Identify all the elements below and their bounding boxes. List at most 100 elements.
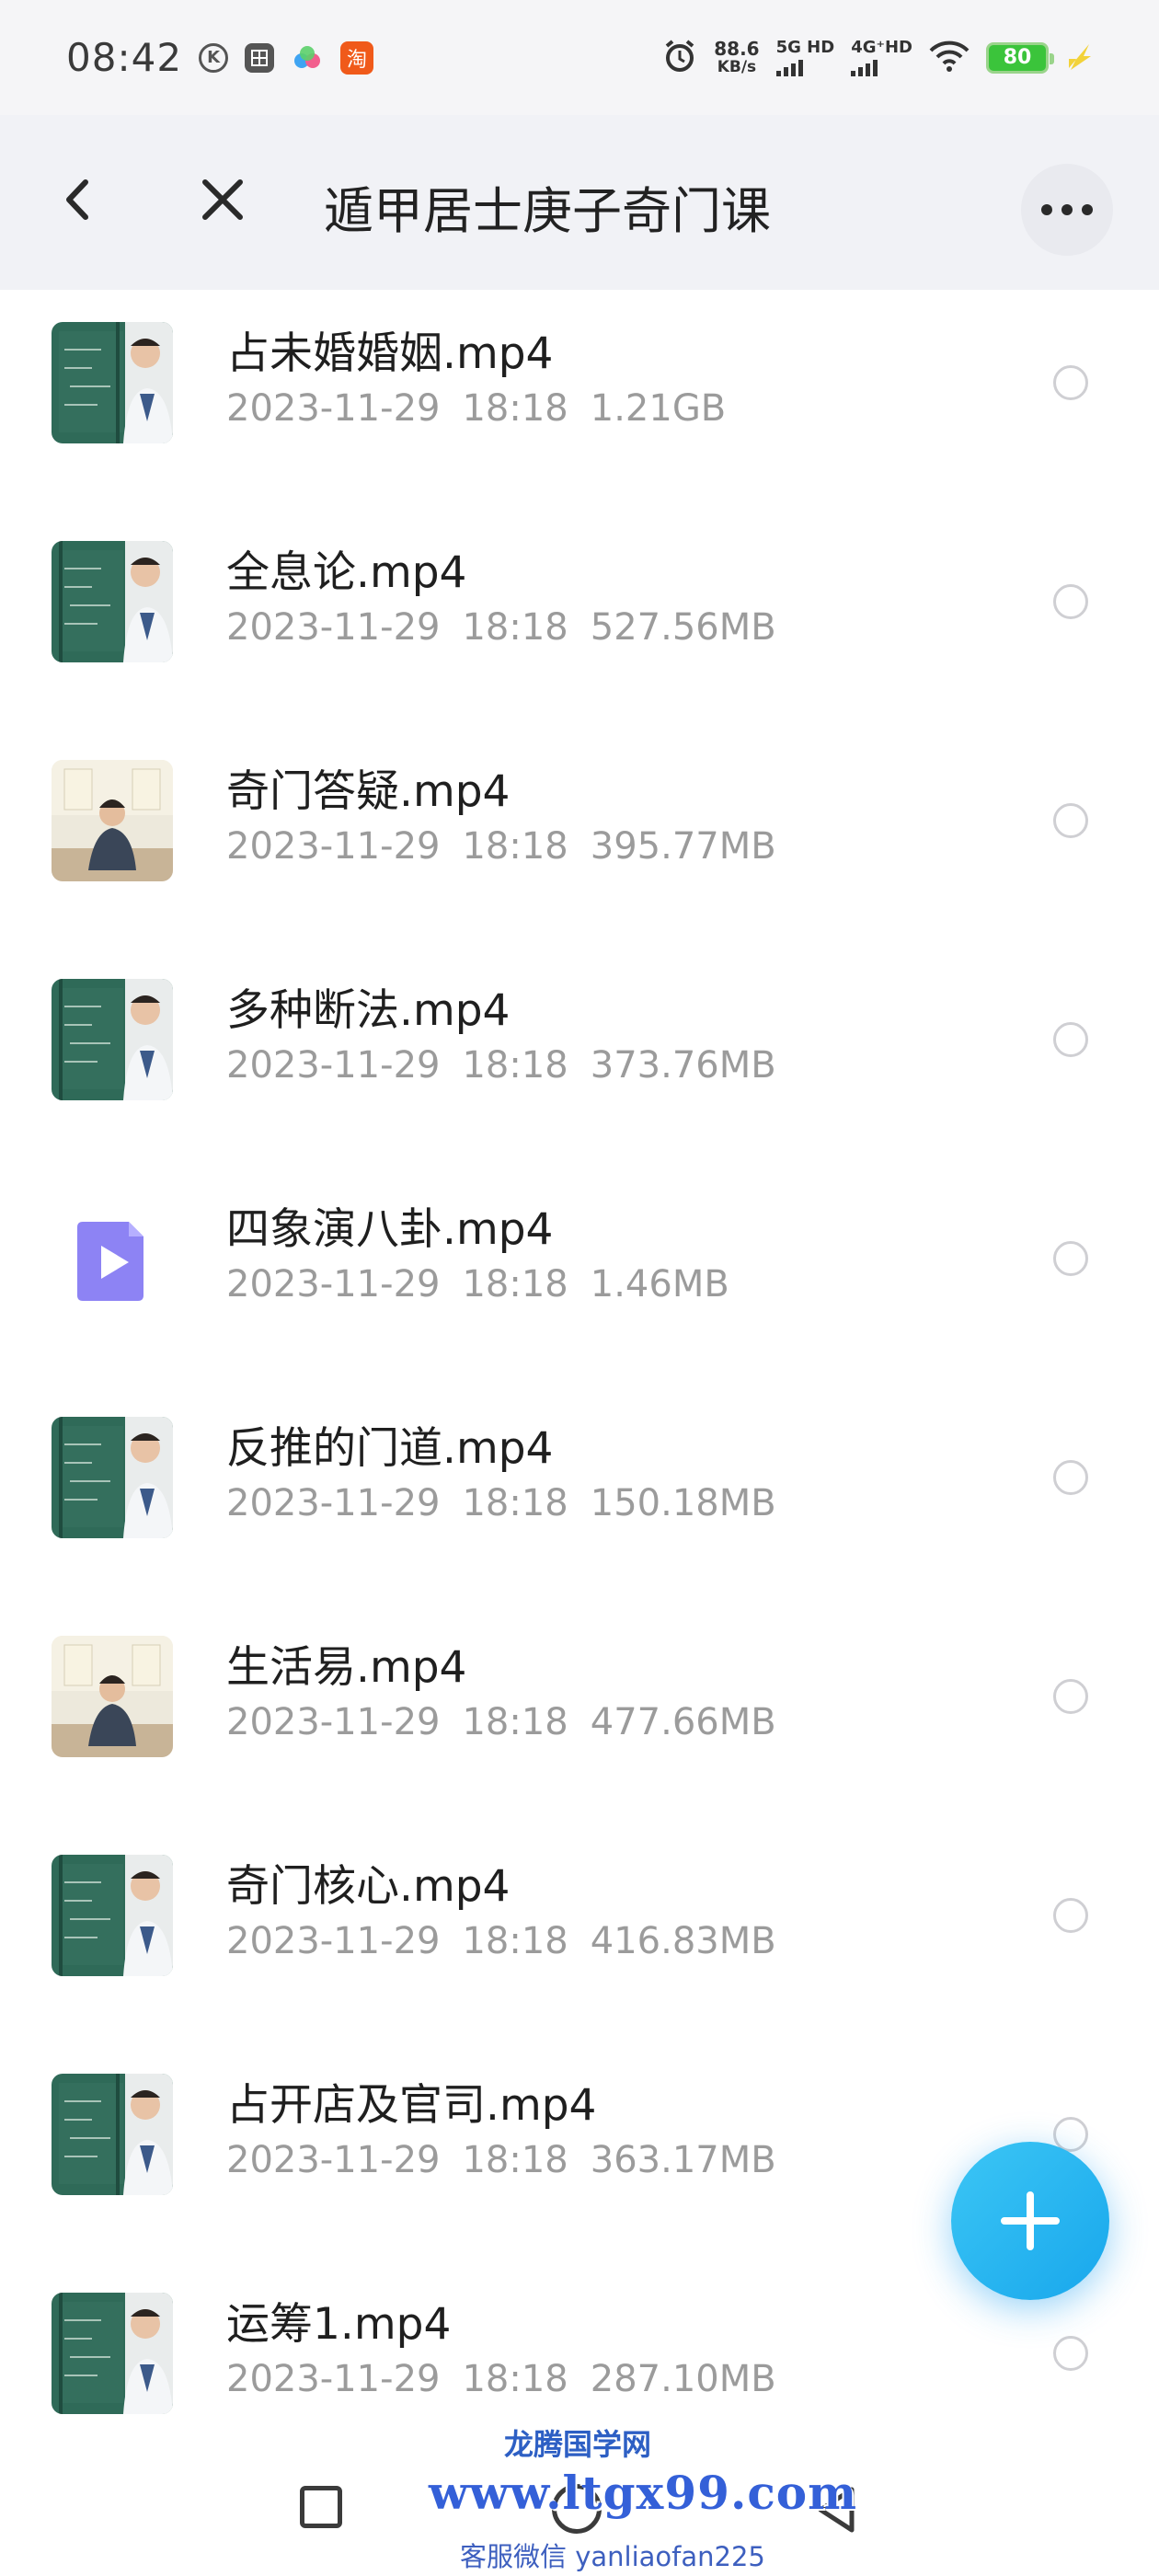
select-radio[interactable] bbox=[1053, 584, 1088, 619]
file-time: 18:18 bbox=[462, 1482, 568, 1524]
watermark-url: www.ltgx99.com bbox=[429, 2466, 858, 2520]
select-radio[interactable] bbox=[1053, 1898, 1088, 1933]
file-date: 2023-11-29 bbox=[226, 825, 441, 868]
file-meta: 2023-11-29 18:18 1.21GB bbox=[226, 387, 726, 430]
video-thumbnail bbox=[52, 322, 173, 443]
video-thumbnail bbox=[52, 1855, 173, 1976]
file-meta: 2023-11-29 18:18 1.46MB bbox=[226, 1263, 729, 1305]
select-radio[interactable] bbox=[1053, 1022, 1088, 1057]
page-title: 遁甲居士庚子奇门课 bbox=[324, 182, 771, 240]
sim2-signal: 4G⁺HD bbox=[851, 37, 912, 76]
video-thumbnail bbox=[52, 1417, 173, 1538]
file-time: 18:18 bbox=[462, 825, 568, 868]
file-list: 占未婚婚姻.mp4 2023-11-29 18:18 1.21GB 全息论.mp4 202… bbox=[0, 290, 1159, 2479]
file-time: 18:18 bbox=[462, 606, 568, 649]
select-radio[interactable] bbox=[1053, 803, 1088, 838]
cloud-icon bbox=[291, 42, 324, 74]
file-date: 2023-11-29 bbox=[226, 606, 441, 649]
file-meta: 2023-11-29 18:18 477.66MB bbox=[226, 1701, 776, 1743]
battery-level: 80 bbox=[1003, 46, 1032, 69]
video-file-icon bbox=[52, 1198, 173, 1319]
net-speed-unit: KB/s bbox=[717, 57, 757, 76]
video-thumbnail bbox=[52, 760, 173, 881]
plus-icon bbox=[1001, 2191, 1060, 2250]
select-radio[interactable] bbox=[1053, 1241, 1088, 1276]
close-button[interactable] bbox=[195, 172, 250, 227]
file-meta: 2023-11-29 18:18 287.10MB bbox=[226, 2358, 776, 2400]
chevron-left-icon bbox=[66, 179, 88, 220]
file-size: 1.21GB bbox=[590, 387, 727, 430]
file-meta: 2023-11-29 18:18 395.77MB bbox=[226, 825, 776, 868]
video-thumbnail bbox=[52, 1636, 173, 1757]
cube-icon bbox=[245, 42, 275, 73]
file-date: 2023-11-29 bbox=[226, 1044, 441, 1087]
file-row[interactable]: 多种断法.mp4 2023-11-29 18:18 373.76MB bbox=[0, 947, 1159, 1166]
app-header: 遁甲居士庚子奇门课 bbox=[0, 115, 1159, 290]
file-meta: 2023-11-29 18:18 363.17MB bbox=[226, 2139, 776, 2181]
file-row[interactable]: 占未婚婚姻.mp4 2023-11-29 18:18 1.21GB bbox=[0, 290, 1159, 509]
file-size: 287.10MB bbox=[590, 2358, 776, 2400]
file-row[interactable]: 奇门答疑.mp4 2023-11-29 18:18 395.77MB bbox=[0, 728, 1159, 947]
net-speed-value: 88.6 bbox=[714, 37, 760, 60]
file-time: 18:18 bbox=[462, 2358, 568, 2400]
select-radio[interactable] bbox=[1053, 1460, 1088, 1495]
sim1-signal: 5G HD bbox=[775, 37, 835, 76]
watermark-contact: 客服微信 yanliaofan225 bbox=[460, 2541, 765, 2572]
add-button[interactable] bbox=[951, 2142, 1109, 2300]
file-meta: 2023-11-29 18:18 527.56MB bbox=[226, 606, 776, 649]
status-time: 08:42 bbox=[66, 35, 183, 80]
file-size: 477.66MB bbox=[590, 1701, 776, 1743]
file-time: 18:18 bbox=[462, 1701, 568, 1743]
file-browser-screen: 08:42 K 淘 88.6 KB/s 5G HD 4G⁺HD 80 遁甲居士庚… bbox=[0, 0, 1159, 2576]
sim1-label: 5G HD bbox=[775, 37, 835, 57]
file-date: 2023-11-29 bbox=[226, 387, 441, 430]
select-radio[interactable] bbox=[1053, 365, 1088, 400]
file-row[interactable]: 反推的门道.mp4 2023-11-29 18:18 150.18MB bbox=[0, 1385, 1159, 1604]
close-icon bbox=[202, 179, 243, 220]
file-size: 1.46MB bbox=[590, 1263, 729, 1305]
file-time: 18:18 bbox=[462, 387, 568, 430]
file-size: 416.83MB bbox=[590, 1920, 776, 1962]
file-time: 18:18 bbox=[462, 2139, 568, 2181]
file-meta: 2023-11-29 18:18 150.18MB bbox=[226, 1482, 776, 1524]
file-name: 奇门核心.mp4 bbox=[226, 1861, 511, 1912]
back-button[interactable] bbox=[51, 172, 106, 227]
file-size: 395.77MB bbox=[590, 825, 776, 868]
square-icon[interactable] bbox=[300, 2486, 342, 2528]
watermark-site-name: 龙腾国学网 bbox=[504, 2427, 652, 2462]
file-date: 2023-11-29 bbox=[226, 1920, 441, 1962]
taobao-icon: 淘 bbox=[340, 40, 374, 75]
file-time: 18:18 bbox=[462, 1920, 568, 1962]
file-size: 150.18MB bbox=[590, 1482, 776, 1524]
more-button[interactable] bbox=[1021, 164, 1113, 256]
file-date: 2023-11-29 bbox=[226, 2139, 441, 2181]
file-name: 反推的门道.mp4 bbox=[226, 1423, 554, 1474]
file-row[interactable]: 四象演八卦.mp4 2023-11-29 18:18 1.46MB bbox=[0, 1166, 1159, 1385]
file-name: 四象演八卦.mp4 bbox=[226, 1204, 554, 1255]
status-right-group: 88.6 KB/s 5G HD 4G⁺HD 80 bbox=[662, 39, 1093, 77]
file-name: 占未婚婚姻.mp4 bbox=[226, 328, 554, 379]
file-row[interactable]: 生活易.mp4 2023-11-29 18:18 477.66MB bbox=[0, 1604, 1159, 1823]
more-icon bbox=[1041, 204, 1093, 215]
sim2-label: 4G⁺HD bbox=[851, 37, 912, 57]
file-name: 全息论.mp4 bbox=[226, 547, 467, 598]
file-time: 18:18 bbox=[462, 1044, 568, 1087]
battery-icon: 80 bbox=[986, 41, 1054, 74]
file-row[interactable]: 奇门核心.mp4 2023-11-29 18:18 416.83MB bbox=[0, 1823, 1159, 2041]
select-radio[interactable] bbox=[1053, 2336, 1088, 2371]
video-thumbnail bbox=[52, 2293, 173, 2414]
file-size: 373.76MB bbox=[590, 1044, 776, 1087]
net-speed: 88.6 KB/s bbox=[714, 40, 759, 76]
file-date: 2023-11-29 bbox=[226, 2358, 441, 2400]
alarm-icon bbox=[662, 39, 697, 77]
file-time: 18:18 bbox=[462, 1263, 568, 1305]
select-radio[interactable] bbox=[1053, 1679, 1088, 1714]
file-name: 奇门答疑.mp4 bbox=[226, 766, 511, 817]
video-thumbnail bbox=[52, 541, 173, 662]
file-name: 多种断法.mp4 bbox=[226, 985, 511, 1036]
file-meta: 2023-11-29 18:18 416.83MB bbox=[226, 1920, 776, 1962]
file-row[interactable]: 全息论.mp4 2023-11-29 18:18 527.56MB bbox=[0, 509, 1159, 728]
file-date: 2023-11-29 bbox=[226, 1482, 441, 1524]
file-meta: 2023-11-29 18:18 373.76MB bbox=[226, 1044, 776, 1087]
video-thumbnail bbox=[52, 2074, 173, 2195]
